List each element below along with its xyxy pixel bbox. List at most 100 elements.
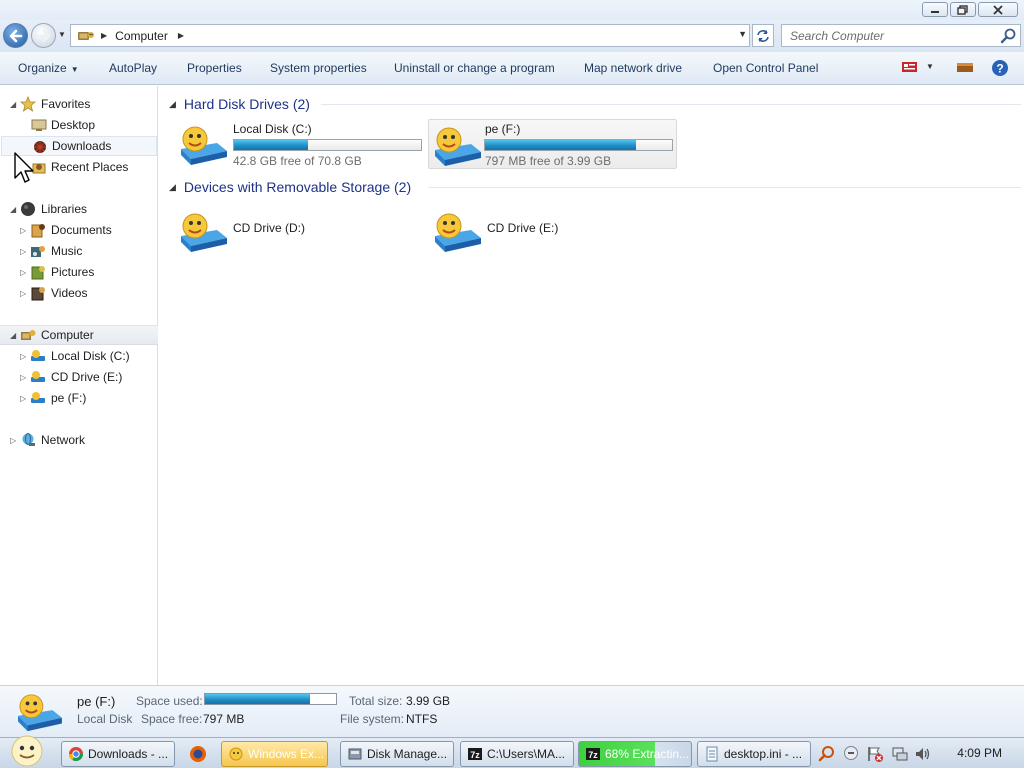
window-controls	[922, 2, 1018, 17]
sidebar-network[interactable]: ▷ Network	[0, 430, 158, 450]
drive-tile-local-disk-c[interactable]: Local Disk (C:) 42.8 GB free of 70.8 GB	[175, 119, 424, 169]
collapse-icon[interactable]: ◢	[169, 99, 176, 110]
drive-icon	[181, 126, 227, 165]
details-drive-name: pe (F:)	[77, 694, 116, 709]
help-button[interactable]: ?	[991, 59, 1009, 80]
drive-tile-cd-drive-e[interactable]: CD Drive (E:)	[429, 206, 678, 256]
sidebar-item-local-disk-c[interactable]: ▷ Local Disk (C:)	[0, 346, 158, 366]
network-status-icon	[892, 747, 908, 761]
back-button[interactable]	[3, 23, 28, 48]
breadcrumb-computer[interactable]: Computer	[115, 29, 168, 43]
sevenzip-icon: 7z	[586, 748, 600, 760]
svg-text:7z: 7z	[470, 750, 480, 760]
breadcrumb-expand-icon[interactable]: ▶	[178, 31, 184, 40]
details-drive-type: Local Disk	[77, 712, 133, 726]
drive-tile-pe-f[interactable]: pe (F:) 797 MB free of 3.99 GB	[428, 119, 677, 169]
change-view-button[interactable]	[901, 60, 919, 77]
tray-volume[interactable]	[914, 745, 932, 766]
drive-icon	[31, 392, 45, 403]
search-input[interactable]	[790, 28, 999, 43]
sidebar-libraries[interactable]: ◢ Libraries	[0, 199, 158, 219]
properties-button[interactable]: Properties	[187, 61, 242, 75]
expand-icon[interactable]: ▷	[20, 352, 26, 361]
details-total-size-label: Total size:	[349, 694, 403, 708]
view-options-icon	[902, 62, 917, 72]
open-control-panel-button[interactable]: Open Control Panel	[713, 61, 818, 75]
address-bar[interactable]: ▶ Computer ▶ ▼	[70, 24, 750, 47]
tray-action-center[interactable]	[866, 745, 884, 766]
expand-icon[interactable]: ▷	[20, 394, 26, 403]
preview-pane-button[interactable]	[956, 60, 974, 77]
sidebar-favorites[interactable]: ◢ Favorites	[0, 94, 158, 114]
expand-icon[interactable]: ▷	[20, 268, 26, 277]
restore-button[interactable]	[950, 2, 976, 17]
taskbar-clock[interactable]: 4:09 PM	[957, 746, 1002, 760]
taskbar-button-label: Windows Ex...	[248, 747, 325, 761]
collapse-icon[interactable]: ◢	[10, 100, 16, 109]
start-button[interactable]	[5, 735, 47, 768]
group-header-hard-disks[interactable]: ◢ Hard Disk Drives (2)	[169, 96, 310, 112]
expand-icon[interactable]: ▷	[20, 226, 26, 235]
tray-search[interactable]	[818, 745, 836, 766]
taskbar-button-desktop-ini[interactable]: desktop.ini - ...	[697, 741, 811, 767]
preview-pane-icon	[957, 63, 973, 72]
sidebar-item-pictures[interactable]: ▷ Pictures	[0, 262, 158, 282]
sidebar-item-documents[interactable]: ▷ Documents	[0, 220, 158, 240]
organize-menu[interactable]: Organize ▼	[18, 61, 79, 75]
refresh-button[interactable]	[752, 24, 774, 47]
sidebar-item-label: Desktop	[51, 118, 96, 132]
libraries-icon	[21, 202, 35, 216]
expand-icon[interactable]: ▷	[20, 289, 26, 298]
sidebar-label-libraries: Libraries	[41, 202, 88, 216]
taskbar: Downloads - ... Windows Ex... Disk Manag…	[0, 735, 1024, 768]
taskbar-button-extracting[interactable]: 7z 68% Extractin...	[578, 741, 692, 767]
drive-name: pe (F:)	[485, 122, 521, 136]
drive-tile-cd-drive-d[interactable]: CD Drive (D:)	[175, 206, 424, 256]
view-dropdown-icon[interactable]: ▼	[926, 62, 934, 71]
chevron-down-icon: ▼	[70, 65, 79, 74]
sidebar-item-label: Videos	[51, 286, 88, 300]
close-button[interactable]	[978, 2, 1018, 17]
breadcrumb-separator-icon[interactable]: ▶	[101, 31, 107, 40]
address-history-dropdown[interactable]: ▼	[738, 29, 747, 39]
collapse-icon[interactable]: ◢	[10, 205, 16, 214]
tray-show-hidden[interactable]	[843, 745, 859, 764]
taskbar-button-windows-explorer[interactable]: Windows Ex...	[221, 741, 328, 767]
drive-usage-fill	[485, 140, 636, 150]
notepad-icon	[706, 746, 718, 762]
search-icon[interactable]	[999, 27, 1017, 45]
map-network-drive-button[interactable]: Map network drive	[584, 61, 682, 75]
collapse-icon[interactable]: ◢	[10, 331, 16, 340]
volume-icon	[916, 748, 930, 760]
forward-button[interactable]	[31, 23, 56, 48]
autoplay-button[interactable]: AutoPlay	[109, 61, 157, 75]
sidebar-item-music[interactable]: ▷ Music	[0, 241, 158, 261]
group-header-removable[interactable]: ◢ Devices with Removable Storage (2)	[169, 179, 411, 195]
recent-pages-dropdown[interactable]: ▼	[58, 30, 66, 39]
taskbar-button-users-folder[interactable]: 7z C:\Users\MA...	[460, 741, 574, 767]
drive-free-space: 797 MB free of 3.99 GB	[485, 154, 612, 168]
collapse-icon[interactable]: ◢	[169, 182, 176, 193]
uninstall-program-button[interactable]: Uninstall or change a program	[394, 61, 555, 75]
minimize-button[interactable]	[922, 2, 948, 17]
sidebar-item-desktop[interactable]: Desktop	[0, 115, 158, 135]
taskbar-button-disk-management[interactable]: Disk Manage...	[340, 741, 454, 767]
expand-icon[interactable]: ▷	[10, 436, 16, 445]
sidebar-computer[interactable]: ◢ Computer	[0, 325, 158, 345]
sidebar-item-cd-drive-e[interactable]: ▷ CD Drive (E:)	[0, 367, 158, 387]
tray-expand-icon	[844, 746, 858, 760]
sidebar-item-pe-f[interactable]: ▷ pe (F:)	[0, 388, 158, 408]
sidebar-item-videos[interactable]: ▷ Videos	[0, 283, 158, 303]
expand-icon[interactable]: ▷	[20, 373, 26, 382]
sidebar-item-label: pe (F:)	[51, 391, 87, 405]
explorer-icon	[229, 747, 243, 761]
documents-icon	[31, 224, 45, 238]
firefox-quicklaunch[interactable]	[189, 745, 207, 766]
tray-network[interactable]	[891, 745, 909, 766]
expand-icon[interactable]: ▷	[20, 247, 26, 256]
refresh-icon	[757, 29, 769, 42]
tray-search-icon	[818, 746, 834, 762]
system-properties-button[interactable]: System properties	[270, 61, 367, 75]
details-space-free-value: 797 MB	[203, 712, 245, 726]
taskbar-button-downloads[interactable]: Downloads - ...	[61, 741, 175, 767]
